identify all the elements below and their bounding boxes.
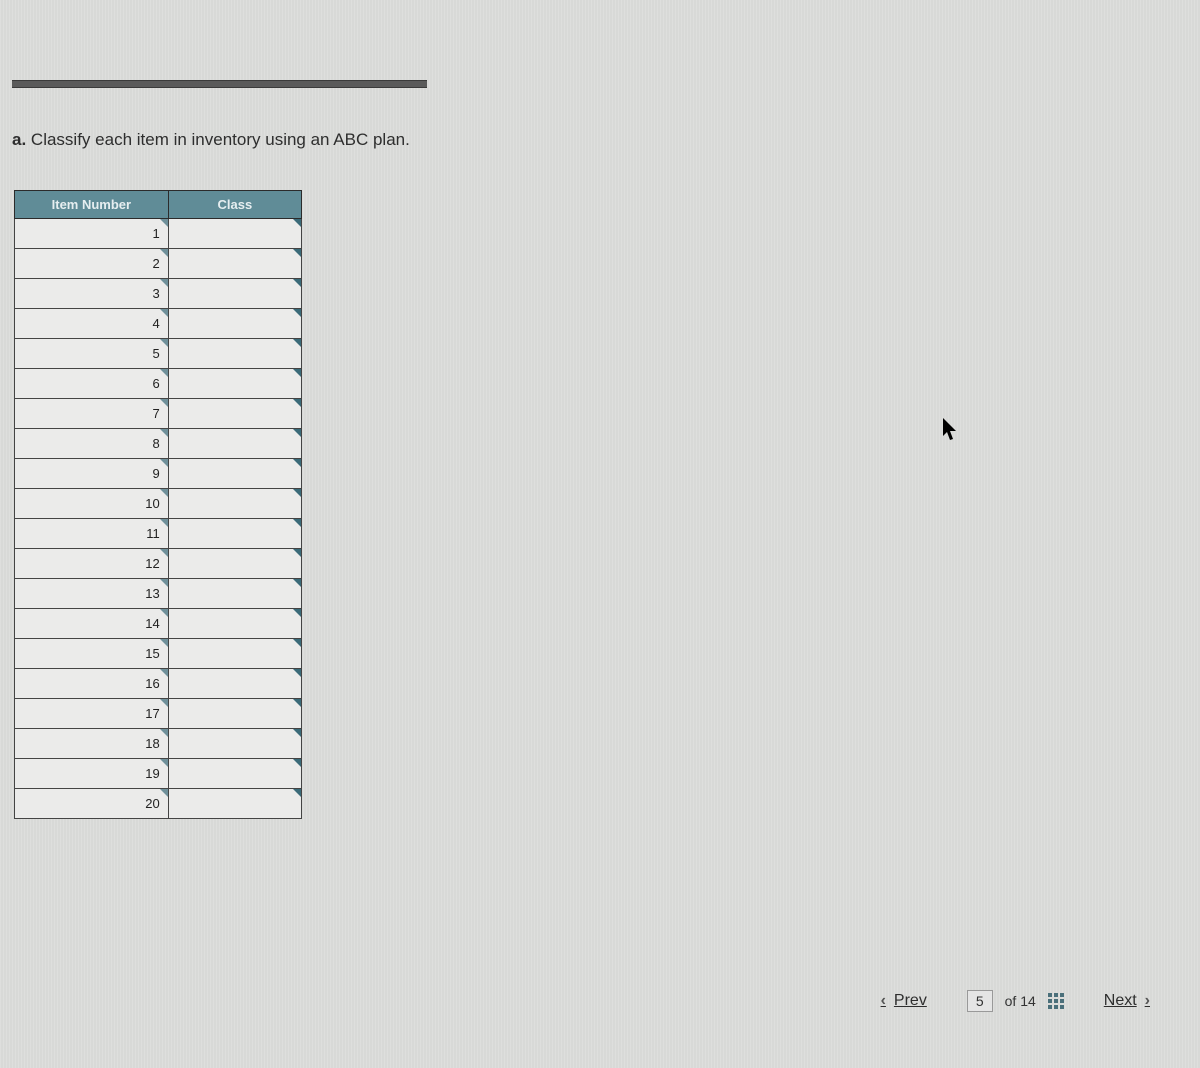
table-row: 13 <box>15 579 302 609</box>
table-row: 1 <box>15 219 302 249</box>
class-dropdown-cell[interactable] <box>168 249 301 279</box>
question-body: Classify each item in inventory using an… <box>31 130 410 149</box>
table-row: 15 <box>15 639 302 669</box>
class-dropdown-cell[interactable] <box>168 549 301 579</box>
item-number-cell: 8 <box>15 429 169 459</box>
table-row: 4 <box>15 309 302 339</box>
page-current: 5 <box>967 990 993 1012</box>
item-number-cell: 6 <box>15 369 169 399</box>
chevron-left-icon: ‹ <box>881 992 886 1010</box>
item-number-cell: 17 <box>15 699 169 729</box>
item-number-cell: 5 <box>15 339 169 369</box>
table-row: 2 <box>15 249 302 279</box>
item-number-cell: 14 <box>15 609 169 639</box>
table-row: 7 <box>15 399 302 429</box>
item-number-cell: 2 <box>15 249 169 279</box>
top-divider <box>12 80 427 88</box>
table-row: 20 <box>15 789 302 819</box>
class-dropdown-cell[interactable] <box>168 339 301 369</box>
item-number-cell: 19 <box>15 759 169 789</box>
table-row: 12 <box>15 549 302 579</box>
item-number-cell: 10 <box>15 489 169 519</box>
class-dropdown-cell[interactable] <box>168 459 301 489</box>
item-number-cell: 1 <box>15 219 169 249</box>
class-dropdown-cell[interactable] <box>168 309 301 339</box>
table-row: 17 <box>15 699 302 729</box>
table-row: 16 <box>15 669 302 699</box>
prev-label: Prev <box>894 992 927 1010</box>
item-number-cell: 9 <box>15 459 169 489</box>
grid-icon[interactable] <box>1048 993 1064 1009</box>
class-dropdown-cell[interactable] <box>168 279 301 309</box>
table-row: 14 <box>15 609 302 639</box>
chevron-right-icon: › <box>1145 992 1150 1010</box>
class-dropdown-cell[interactable] <box>168 639 301 669</box>
item-number-cell: 12 <box>15 549 169 579</box>
abc-table: Item Number Class 1234567891011121314151… <box>14 190 302 819</box>
item-number-cell: 11 <box>15 519 169 549</box>
page-of: of 14 <box>1005 993 1036 1009</box>
question-text: a. Classify each item in inventory using… <box>12 130 1200 150</box>
abc-table-wrap: Item Number Class 1234567891011121314151… <box>14 190 302 819</box>
class-dropdown-cell[interactable] <box>168 759 301 789</box>
footer-nav: ‹ Prev 5 of 14 Next › <box>881 990 1150 1012</box>
header-class: Class <box>168 191 301 219</box>
table-row: 18 <box>15 729 302 759</box>
table-row: 11 <box>15 519 302 549</box>
item-number-cell: 13 <box>15 579 169 609</box>
item-number-cell: 18 <box>15 729 169 759</box>
class-dropdown-cell[interactable] <box>168 369 301 399</box>
prev-button[interactable]: ‹ Prev <box>881 992 927 1010</box>
cursor-icon <box>942 418 960 442</box>
class-dropdown-cell[interactable] <box>168 789 301 819</box>
table-row: 5 <box>15 339 302 369</box>
table-row: 19 <box>15 759 302 789</box>
table-row: 3 <box>15 279 302 309</box>
class-dropdown-cell[interactable] <box>168 219 301 249</box>
item-number-cell: 16 <box>15 669 169 699</box>
class-dropdown-cell[interactable] <box>168 699 301 729</box>
next-label: Next <box>1104 992 1137 1010</box>
item-number-cell: 15 <box>15 639 169 669</box>
question-label: a. <box>12 130 26 149</box>
item-number-cell: 4 <box>15 309 169 339</box>
item-number-cell: 3 <box>15 279 169 309</box>
class-dropdown-cell[interactable] <box>168 519 301 549</box>
class-dropdown-cell[interactable] <box>168 609 301 639</box>
next-button[interactable]: Next › <box>1104 992 1150 1010</box>
class-dropdown-cell[interactable] <box>168 429 301 459</box>
header-item-number: Item Number <box>15 191 169 219</box>
table-row: 9 <box>15 459 302 489</box>
table-row: 6 <box>15 369 302 399</box>
top-divider-area <box>0 0 1200 88</box>
table-row: 10 <box>15 489 302 519</box>
table-row: 8 <box>15 429 302 459</box>
class-dropdown-cell[interactable] <box>168 579 301 609</box>
class-dropdown-cell[interactable] <box>168 669 301 699</box>
class-dropdown-cell[interactable] <box>168 729 301 759</box>
class-dropdown-cell[interactable] <box>168 489 301 519</box>
item-number-cell: 20 <box>15 789 169 819</box>
class-dropdown-cell[interactable] <box>168 399 301 429</box>
item-number-cell: 7 <box>15 399 169 429</box>
page-indicator: 5 of 14 <box>967 990 1064 1012</box>
